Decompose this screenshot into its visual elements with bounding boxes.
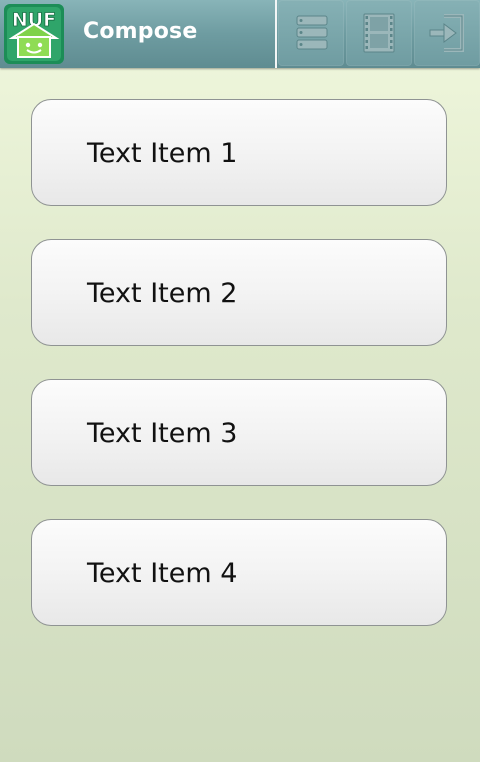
film-icon (363, 13, 395, 53)
android-house-logo: NUF (4, 4, 64, 64)
list-item-label: Text Item 4 (87, 558, 238, 589)
exit-icon (429, 14, 464, 52)
action-bar: NUF Compose (0, 0, 480, 68)
list-item-label: Text Item 2 (87, 278, 238, 309)
item-list: Text Item 1 Text Item 2 Text Item 3 Text… (0, 68, 480, 762)
list-item[interactable]: Text Item 1 (31, 99, 447, 206)
film-button[interactable] (346, 0, 412, 66)
list-item[interactable]: Text Item 2 (31, 239, 447, 346)
page-title: Compose (83, 19, 198, 44)
list-icon (296, 15, 328, 50)
app-logo-icon[interactable]: NUF (4, 4, 64, 64)
list-item[interactable]: Text Item 4 (31, 519, 447, 626)
list-item[interactable]: Text Item 3 (31, 379, 447, 486)
list-item-label: Text Item 1 (87, 138, 238, 169)
list-button[interactable] (278, 0, 344, 66)
list-item-label: Text Item 3 (87, 418, 238, 449)
action-bar-divider (275, 0, 277, 68)
exit-button[interactable] (414, 0, 480, 66)
